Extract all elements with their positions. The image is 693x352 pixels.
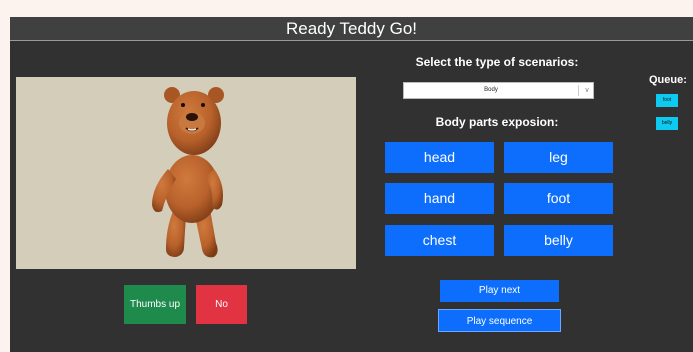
chest-button[interactable]: chest: [385, 225, 494, 256]
chevron-down-icon: ∨: [584, 87, 590, 94]
app-window: Ready Teddy Go! Thumbs up No Select the …: [10, 17, 693, 352]
scenario-selected-value: Body: [484, 87, 498, 93]
foot-button[interactable]: foot: [504, 183, 613, 214]
app-title: Ready Teddy Go!: [10, 17, 693, 41]
leg-button[interactable]: leg: [504, 142, 613, 173]
scenario-type-select[interactable]: Body ∨: [403, 82, 594, 99]
scenarios-heading: Select the type of scenarios:: [415, 55, 579, 69]
queue-item[interactable]: belly: [656, 117, 678, 130]
queue-item[interactable]: foot: [656, 94, 678, 107]
head-button[interactable]: head: [385, 142, 494, 173]
play-next-button[interactable]: Play next: [440, 280, 559, 302]
select-separator: [578, 85, 579, 96]
body-parts-heading: Body parts exposion:: [435, 115, 559, 129]
play-sequence-button[interactable]: Play sequence: [438, 309, 561, 332]
teddy-3d-viewport[interactable]: [16, 77, 356, 269]
thumbs-up-button[interactable]: Thumbs up: [124, 285, 186, 324]
no-button[interactable]: No: [196, 285, 247, 324]
teddy-bear-figure: [152, 87, 224, 258]
hand-button[interactable]: hand: [385, 183, 494, 214]
belly-button[interactable]: belly: [504, 225, 613, 256]
queue-heading: Queue:: [649, 74, 687, 86]
